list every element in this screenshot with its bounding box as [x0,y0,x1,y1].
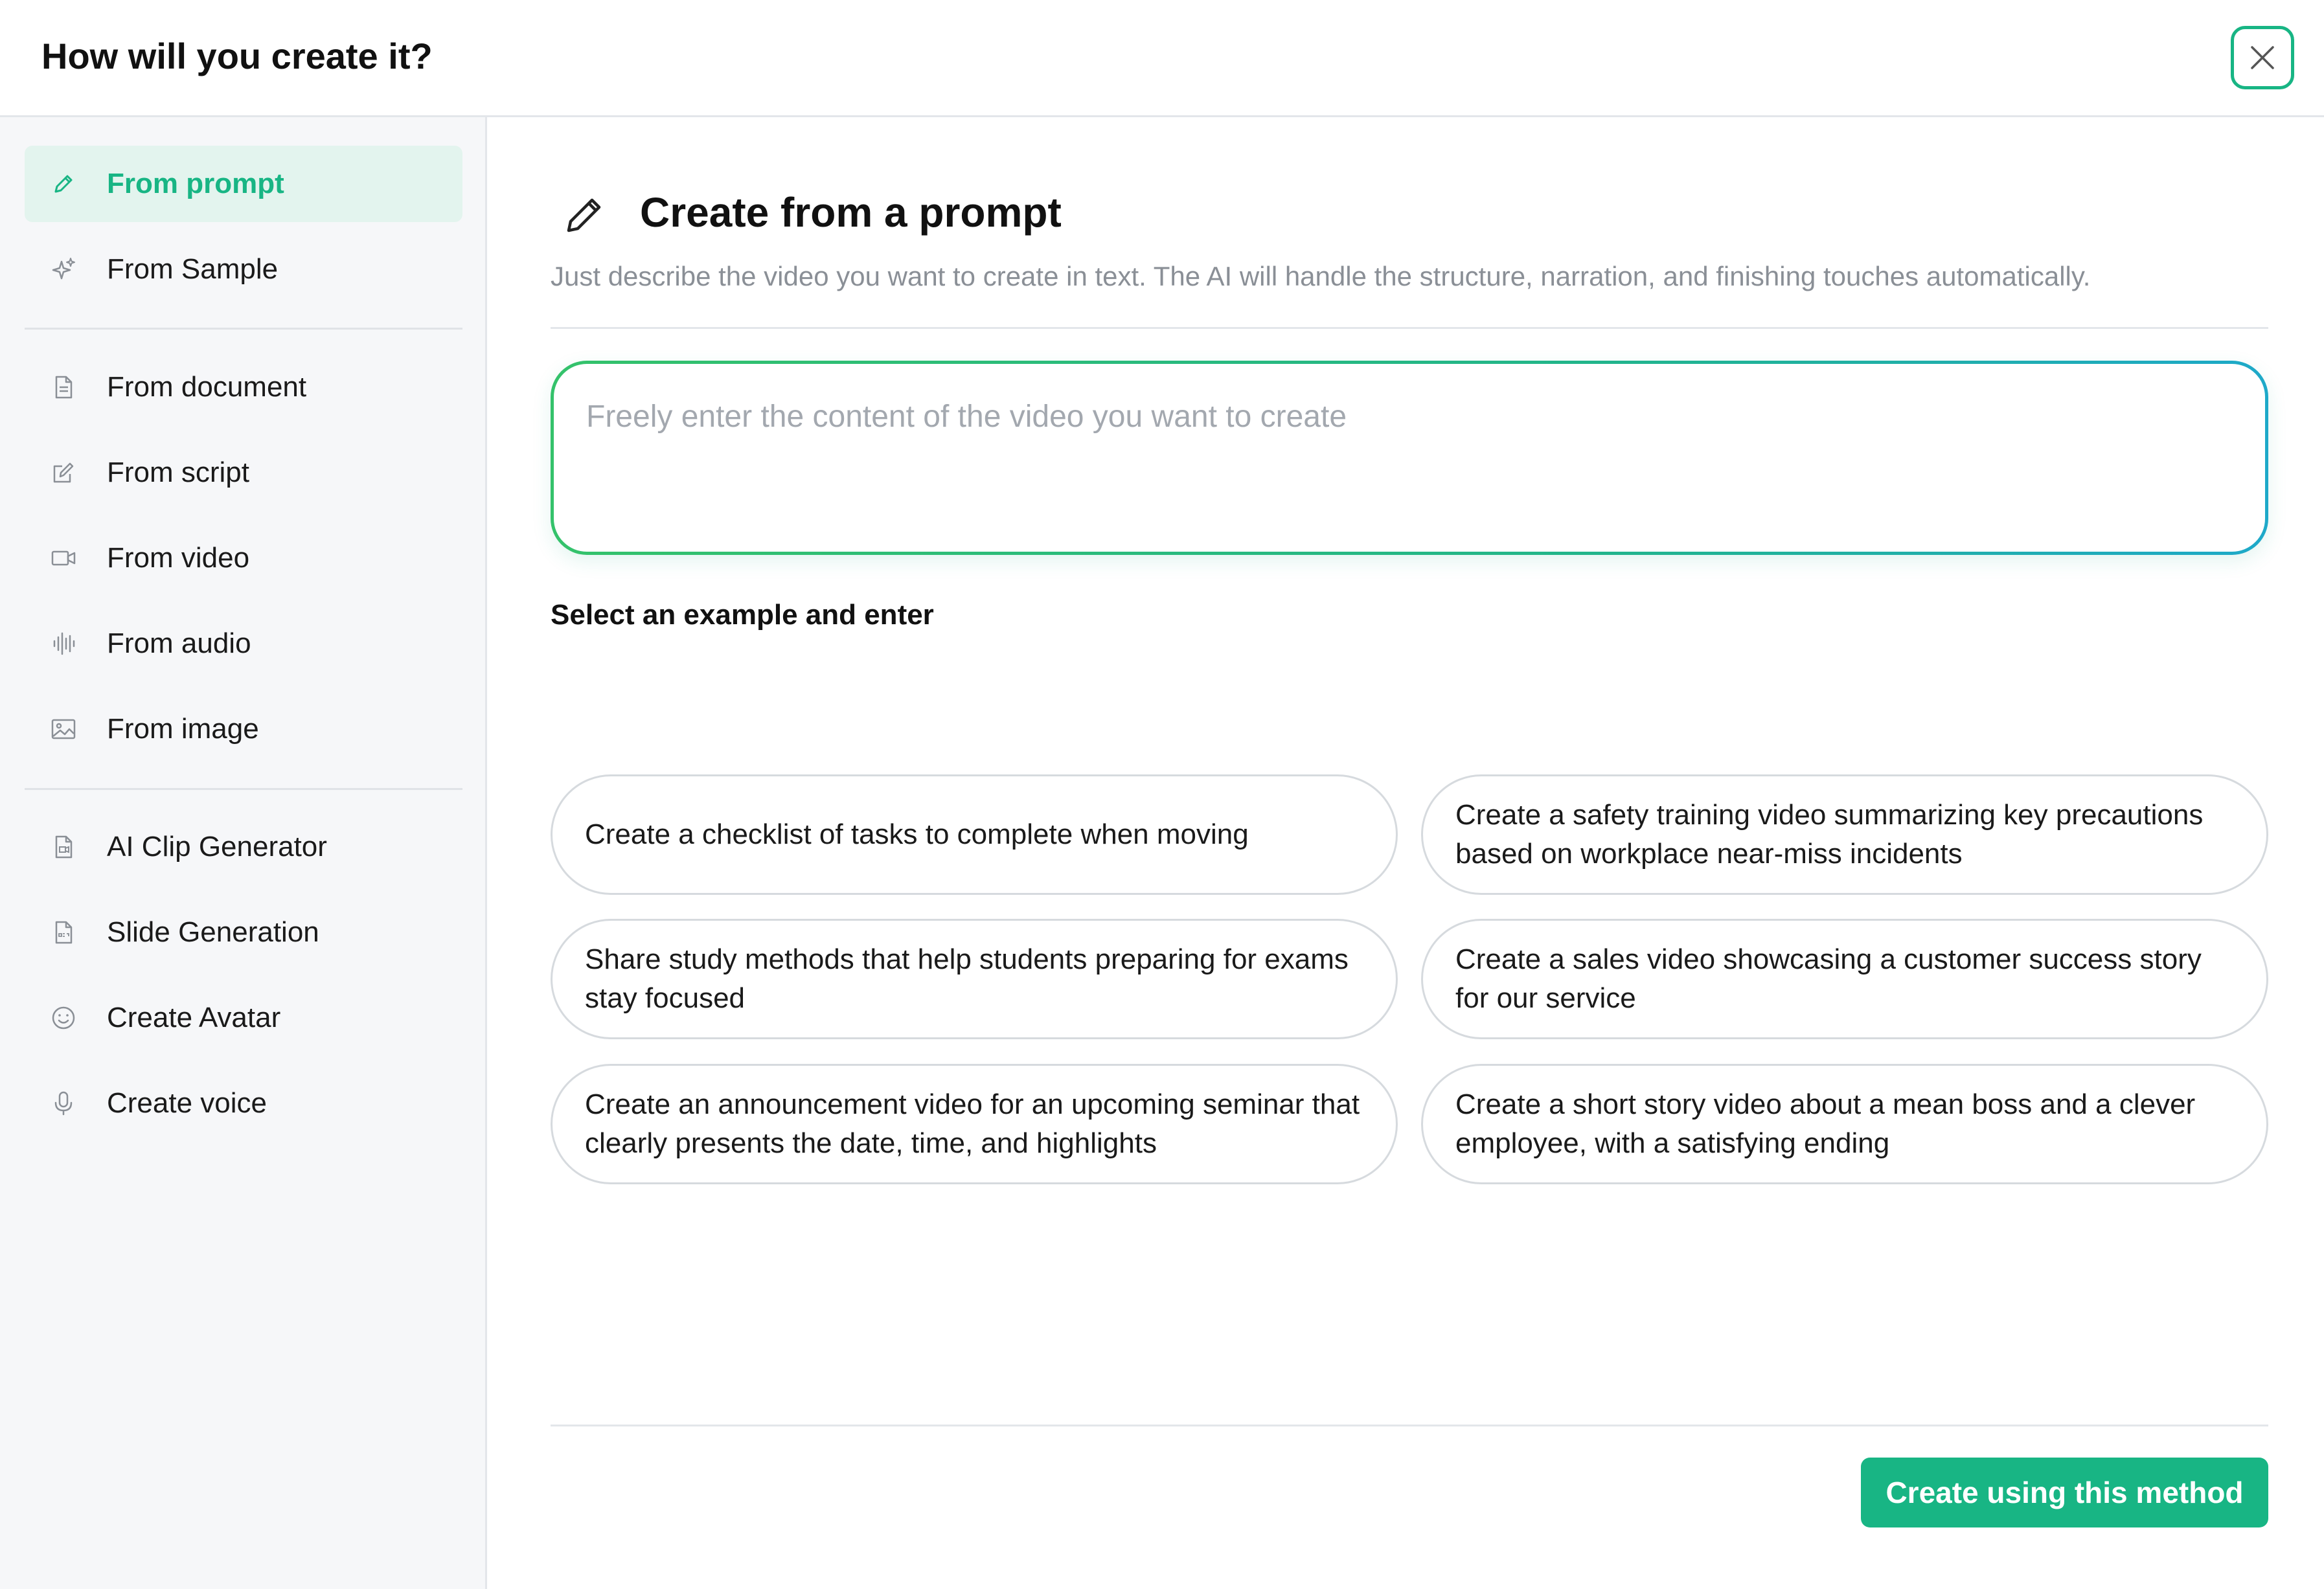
ppt-file-icon [55,921,73,944]
example-chip[interactable]: Create an announcement video for an upco… [551,1064,1398,1184]
sidebar-item-label: Slide Generation [107,916,319,948]
sidebar-item-from-script[interactable]: From script [25,434,462,511]
image-icon [51,719,76,739]
sidebar: From prompt From Sample From document Fr… [0,117,487,1589]
section-divider [551,327,2268,329]
microphone-icon [54,1091,73,1116]
sidebar-item-from-document[interactable]: From document [25,349,462,425]
sidebar-item-label: From document [107,371,307,403]
sidebar-item-from-prompt[interactable]: From prompt [25,146,462,222]
example-chip-text: Create an announcement video for an upco… [585,1088,1360,1159]
prompt-input[interactable] [554,364,2265,552]
sidebar-item-create-voice[interactable]: Create voice [25,1065,462,1142]
sidebar-item-slide-generation[interactable]: Slide Generation [25,894,462,971]
example-chip-text: Create a safety training video summarizi… [1455,799,2204,870]
example-chip[interactable]: Create a checklist of tasks to complete … [551,774,1398,895]
video-camera-icon [51,550,76,566]
sidebar-item-label: From Sample [107,253,279,285]
create-using-method-button[interactable]: Create using this method [1861,1458,2268,1527]
example-chip[interactable]: Share study methods that help students p… [551,919,1398,1039]
sidebar-item-label: From script [107,456,249,488]
sidebar-divider [25,328,462,330]
example-chip[interactable]: Create a short story video about a mean … [1421,1064,2268,1184]
sidebar-item-ai-clip-generator[interactable]: AI Clip Generator [25,809,462,885]
examples-heading: Select an example and enter [551,599,934,631]
sparkle-icon [52,258,75,280]
sidebar-item-label: From audio [107,627,251,659]
sidebar-item-label: Create Avatar [107,1002,281,1033]
edit-square-icon [53,462,74,483]
footer-divider [551,1425,2268,1426]
dialog-title: How will you create it? [41,36,433,76]
prompt-input-frame [551,361,2268,555]
sidebar-item-label: From prompt [107,168,284,199]
example-chip[interactable]: Create a safety training video summarizi… [1421,774,2268,895]
sidebar-item-from-image[interactable]: From image [25,691,462,767]
sidebar-item-label: AI Clip Generator [107,831,327,862]
section-title: Create from a prompt [640,189,1062,236]
sidebar-divider [25,788,462,790]
main-panel: Create from a prompt Just describe the v… [487,117,2324,1589]
sidebar-item-from-sample[interactable]: From Sample [25,231,462,308]
sidebar-item-create-avatar[interactable]: Create Avatar [25,980,462,1056]
example-chip-text: Create a sales video showcasing a custom… [1455,943,2202,1014]
clip-file-icon [55,835,73,859]
section-description: Just describe the video you want to crea… [551,261,2091,291]
example-chip-text: Create a checklist of tasks to complete … [585,818,1249,850]
dialog-header: How will you create it? [0,0,2324,117]
example-chip[interactable]: Create a sales video showcasing a custom… [1421,919,2268,1039]
pencil-icon [567,198,601,232]
audio-wave-icon [53,632,75,655]
close-icon [2251,46,2274,69]
sidebar-item-from-video[interactable]: From video [25,520,462,596]
example-chip-text: Share study methods that help students p… [585,943,1349,1014]
sidebar-item-label: From video [107,542,250,574]
sidebar-item-label: From image [107,713,259,745]
document-icon [55,376,73,399]
close-button[interactable] [2231,26,2294,89]
example-chip-text: Create a short story video about a mean … [1455,1088,2196,1159]
sidebar-item-label: Create voice [107,1087,268,1119]
pencil-icon [54,175,73,193]
create-method-dialog: How will you create it? From prompt From… [0,0,2324,1589]
sidebar-item-from-audio[interactable]: From audio [25,605,462,682]
smiley-icon [52,1006,75,1030]
